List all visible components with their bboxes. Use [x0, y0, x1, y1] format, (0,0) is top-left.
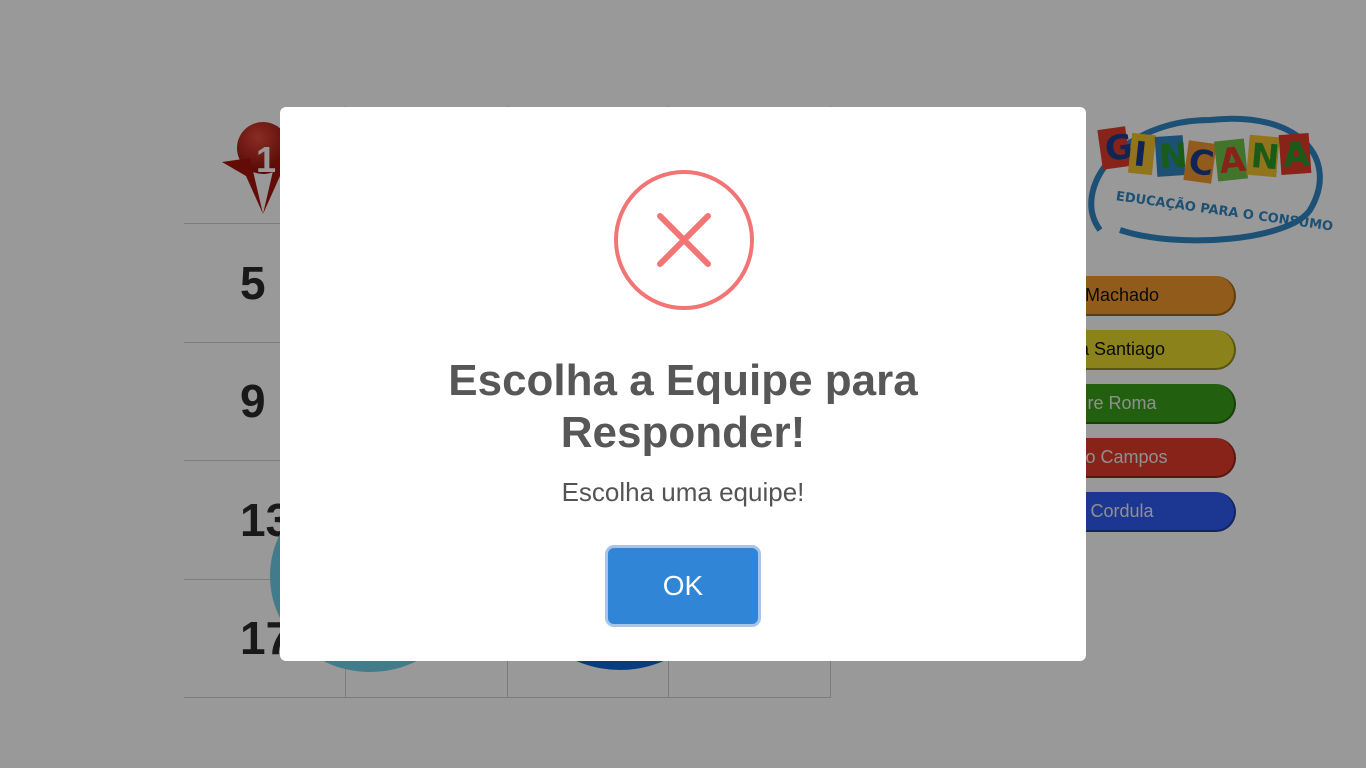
dialog-title: Escolha a Equipe para Responder!: [280, 355, 1086, 459]
error-x-icon: [614, 170, 754, 310]
alert-dialog: Escolha a Equipe para Responder! Escolha…: [280, 107, 1086, 661]
dialog-message: Escolha uma equipe!: [561, 477, 805, 507]
ok-button[interactable]: OK: [608, 548, 758, 624]
dialog-title-line2: Responder!: [560, 408, 806, 457]
dialog-title-line1: Escolha a Equipe para: [448, 356, 918, 405]
